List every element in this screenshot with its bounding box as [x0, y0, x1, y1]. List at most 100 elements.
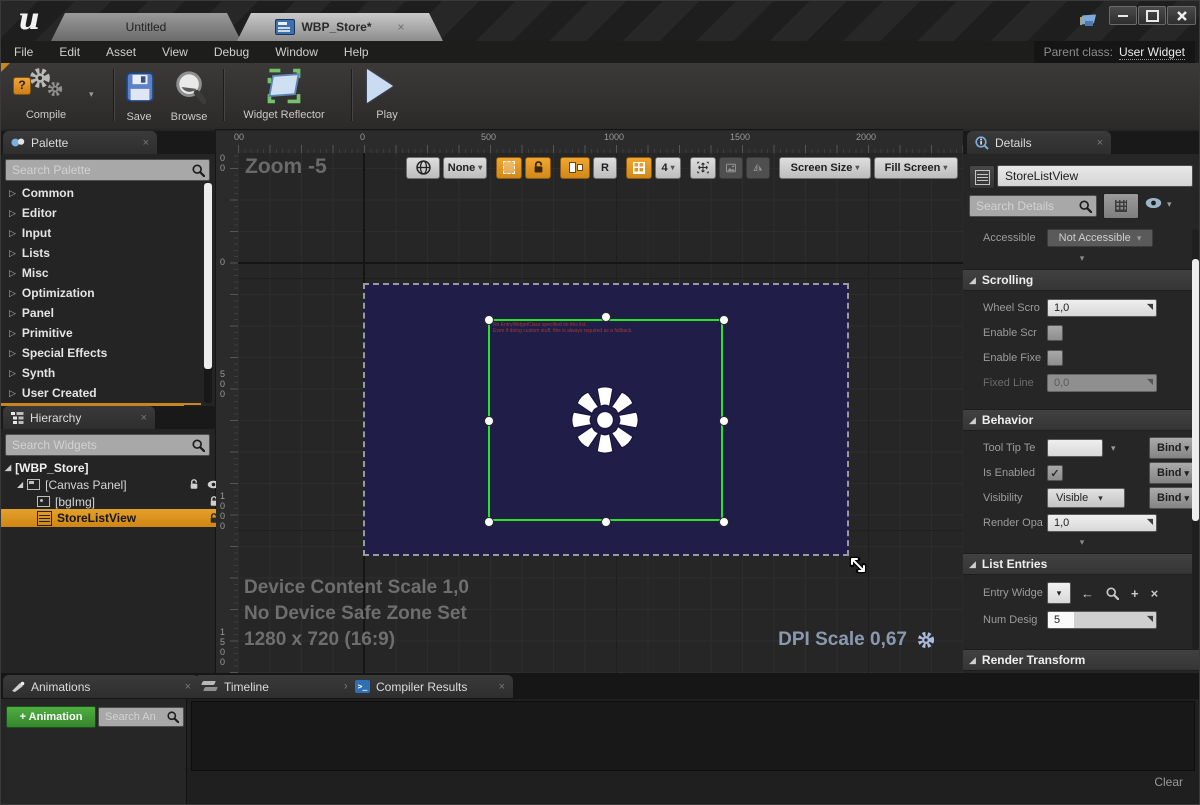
visibility-dropdown[interactable]: Visible ▾: [1047, 488, 1125, 508]
details-search-input[interactable]: [970, 199, 1079, 213]
resize-handle[interactable]: [484, 315, 494, 325]
maximize-button[interactable]: [1138, 6, 1166, 25]
doc-tab-untitled[interactable]: Untitled: [51, 13, 241, 41]
checkbox-unchecked[interactable]: [1047, 325, 1063, 341]
animation-search-input[interactable]: [99, 711, 167, 723]
minimize-button[interactable]: [1109, 6, 1137, 25]
hierarchy-search[interactable]: [5, 434, 210, 456]
hierarchy-search-input[interactable]: [6, 438, 192, 452]
palette-scrollbar[interactable]: [204, 183, 212, 403]
menu-debug[interactable]: Debug: [201, 41, 262, 63]
resize-handle[interactable]: [601, 312, 611, 322]
canvas-viewport[interactable]: Zoom -5 No EntryWidgetClass specified on…: [238, 153, 963, 673]
accessible-dropdown[interactable]: Not Accessible ▾: [1047, 229, 1153, 247]
palette-category[interactable]: ▷Lists: [1, 243, 201, 263]
preview-culture-dropdown[interactable]: None ▾: [443, 157, 487, 179]
details-search[interactable]: [969, 195, 1097, 217]
tutorial-icon[interactable]: [1079, 13, 1099, 29]
menu-asset[interactable]: Asset: [93, 41, 149, 63]
dpi-settings-gear-icon[interactable]: [917, 631, 935, 649]
menu-edit[interactable]: Edit: [46, 41, 93, 63]
view-options-eye-icon[interactable]: [1145, 197, 1162, 209]
entry-widget-class-dropdown[interactable]: ▾: [1047, 582, 1071, 604]
tooltip-text-input[interactable]: [1047, 439, 1103, 457]
checkbox-unchecked[interactable]: [1047, 350, 1063, 366]
section-scrolling[interactable]: ◢ Scrolling: [963, 269, 1200, 291]
close-icon[interactable]: ×: [499, 681, 505, 693]
section-list-entries[interactable]: ◢ List Entries: [963, 553, 1200, 575]
localization-preview-button[interactable]: [406, 157, 440, 179]
num-designer-entries-input[interactable]: 5 ◥: [1047, 611, 1157, 629]
tree-item-storelistview[interactable]: StoreListView: [1, 509, 248, 527]
toggle-outlines-button[interactable]: [496, 157, 522, 179]
grid-snap-button[interactable]: [626, 157, 652, 179]
close-icon[interactable]: ×: [143, 137, 149, 149]
respect-locks-button[interactable]: R: [593, 157, 617, 179]
preview-background-button[interactable]: [719, 157, 743, 179]
details-scrollbar[interactable]: [1192, 229, 1199, 649]
widget-reflector-button[interactable]: Widget Reflector: [229, 67, 339, 125]
menu-window[interactable]: Window: [262, 41, 331, 63]
screen-size-dropdown[interactable]: Screen Size ▾: [779, 157, 871, 179]
close-window-button[interactable]: [1167, 6, 1196, 25]
compile-button[interactable]: ? ▾ Compile: [11, 67, 101, 125]
resize-handle[interactable]: [601, 517, 611, 527]
checkbox-checked[interactable]: ✓: [1047, 465, 1063, 481]
tooltip-bind-button[interactable]: Bind ▾: [1149, 437, 1197, 459]
add-animation-button[interactable]: + Animation: [6, 706, 96, 728]
palette-search[interactable]: [5, 159, 210, 181]
animation-search[interactable]: [98, 707, 184, 727]
browse-button[interactable]: Browse: [163, 69, 215, 125]
resize-handle[interactable]: [719, 517, 729, 527]
tab-palette[interactable]: Palette ×: [3, 131, 157, 154]
lock-widgets-button[interactable]: [525, 157, 551, 179]
clear-log-button[interactable]: Clear: [1154, 775, 1183, 789]
palette-category[interactable]: ▷Panel: [1, 303, 201, 323]
tree-expanded-icon[interactable]: ◢: [17, 480, 23, 489]
widget-name-field[interactable]: StoreListView: [997, 165, 1193, 187]
palette-category[interactable]: ▷Common: [1, 183, 201, 203]
clear-icon[interactable]: ×: [1151, 586, 1159, 601]
palette-category[interactable]: ▷Special Effects: [1, 343, 201, 363]
menu-view[interactable]: View: [149, 41, 201, 63]
save-button[interactable]: Save: [117, 69, 161, 125]
tab-timeline[interactable]: Timeline ×: [194, 675, 358, 698]
resize-handle[interactable]: [719, 315, 729, 325]
tree-expanded-icon[interactable]: ◢: [5, 463, 11, 472]
tab-animations[interactable]: Animations ×: [3, 675, 199, 698]
lock-open-icon[interactable]: [189, 479, 199, 490]
tree-item-root[interactable]: ◢ [WBP_Store]: [1, 459, 216, 476]
close-icon[interactable]: ×: [141, 412, 147, 424]
palette-category[interactable]: ▷Primitive: [1, 323, 201, 343]
chevron-down-icon[interactable]: ▾: [1167, 199, 1172, 210]
property-matrix-button[interactable]: [1103, 193, 1139, 219]
palette-category[interactable]: ▷Optimization: [1, 283, 201, 303]
transform-mode-button[interactable]: [690, 157, 716, 179]
close-tab-icon[interactable]: ×: [398, 20, 405, 34]
chevron-down-icon[interactable]: ▾: [89, 89, 94, 100]
palette-category[interactable]: ▷Editor: [1, 203, 201, 223]
palette-category[interactable]: ▷Input: [1, 223, 201, 243]
tree-item-canvas-panel[interactable]: ◢ [Canvas Panel]: [1, 476, 228, 493]
close-icon[interactable]: ×: [185, 681, 191, 693]
tab-details[interactable]: Details ×: [967, 131, 1111, 154]
palette-search-input[interactable]: [6, 163, 192, 177]
flip-preview-button[interactable]: [746, 157, 770, 179]
spin-reset-icon[interactable]: ◥: [1147, 614, 1153, 623]
grid-size-dropdown[interactable]: 4 ▾: [655, 157, 681, 179]
section-render-transform[interactable]: ◢ Render Transform: [963, 649, 1200, 671]
tree-item-bgimg[interactable]: [bgImg]: [1, 493, 248, 510]
title-bar[interactable]: u Untitled WBP_Store* ×: [1, 1, 1200, 41]
use-selected-icon[interactable]: ←: [1081, 586, 1094, 601]
spin-reset-icon[interactable]: ◥: [1147, 302, 1153, 311]
tab-compiler-results[interactable]: >_ Compiler Results ×: [347, 675, 513, 698]
tab-hierarchy[interactable]: Hierarchy ×: [3, 406, 155, 429]
close-icon[interactable]: ×: [1097, 137, 1103, 149]
spin-reset-icon[interactable]: ◥: [1147, 517, 1153, 526]
expand-more-button[interactable]: ▾: [963, 253, 1200, 264]
anchor-snap-button[interactable]: [560, 157, 590, 179]
render-opacity-input[interactable]: 1,0 ◥: [1047, 514, 1157, 532]
palette-category[interactable]: ▷Misc: [1, 263, 201, 283]
menu-help[interactable]: Help: [331, 41, 382, 63]
parent-class-link[interactable]: User Widget: [1119, 45, 1185, 60]
